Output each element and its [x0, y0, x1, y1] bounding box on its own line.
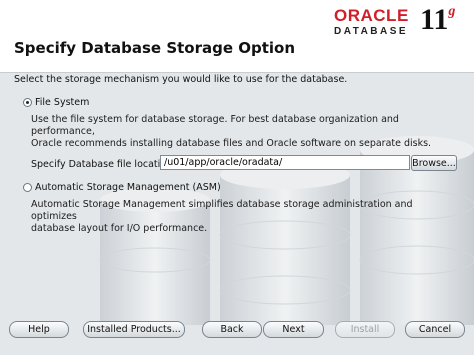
help-button[interactable]: Help: [9, 321, 69, 338]
file-system-description: Use the file system for database storage…: [31, 114, 432, 149]
asm-radio[interactable]: [23, 183, 32, 192]
install-button[interactable]: Install: [335, 321, 395, 338]
cancel-button[interactable]: Cancel: [405, 321, 465, 338]
file-system-label: File System: [35, 97, 90, 108]
installed-products-button[interactable]: Installed Products...: [83, 321, 185, 338]
asm-description: Automatic Storage Management simplifies …: [31, 199, 413, 234]
main-content: Select the storage mechanism you would l…: [0, 72, 474, 315]
file-system-radio[interactable]: [23, 98, 32, 107]
wizard-footer: Help Installed Products... Back Next Ins…: [0, 315, 474, 355]
database-file-location-input[interactable]: [160, 155, 410, 170]
intro-text: Select the storage mechanism you would l…: [14, 74, 348, 85]
header-banner: ORACLE DATABASE 11g: [0, 0, 474, 73]
logo-version: 11g: [420, 3, 456, 36]
logo-brand: ORACLE: [334, 6, 409, 25]
asm-label: Automatic Storage Management (ASM): [35, 182, 221, 193]
page-title: Specify Database Storage Option: [14, 39, 296, 57]
browse-button[interactable]: Browse...: [411, 155, 457, 171]
logo-product: DATABASE: [334, 26, 409, 37]
back-button[interactable]: Back: [202, 321, 262, 338]
asm-option[interactable]: Automatic Storage Management (ASM): [23, 182, 221, 193]
file-system-option[interactable]: File System: [23, 97, 89, 108]
oracle-database-logo: ORACLE DATABASE 11g: [334, 3, 464, 40]
next-button[interactable]: Next: [263, 321, 324, 338]
database-file-location-label: Specify Database file location:: [31, 159, 176, 170]
